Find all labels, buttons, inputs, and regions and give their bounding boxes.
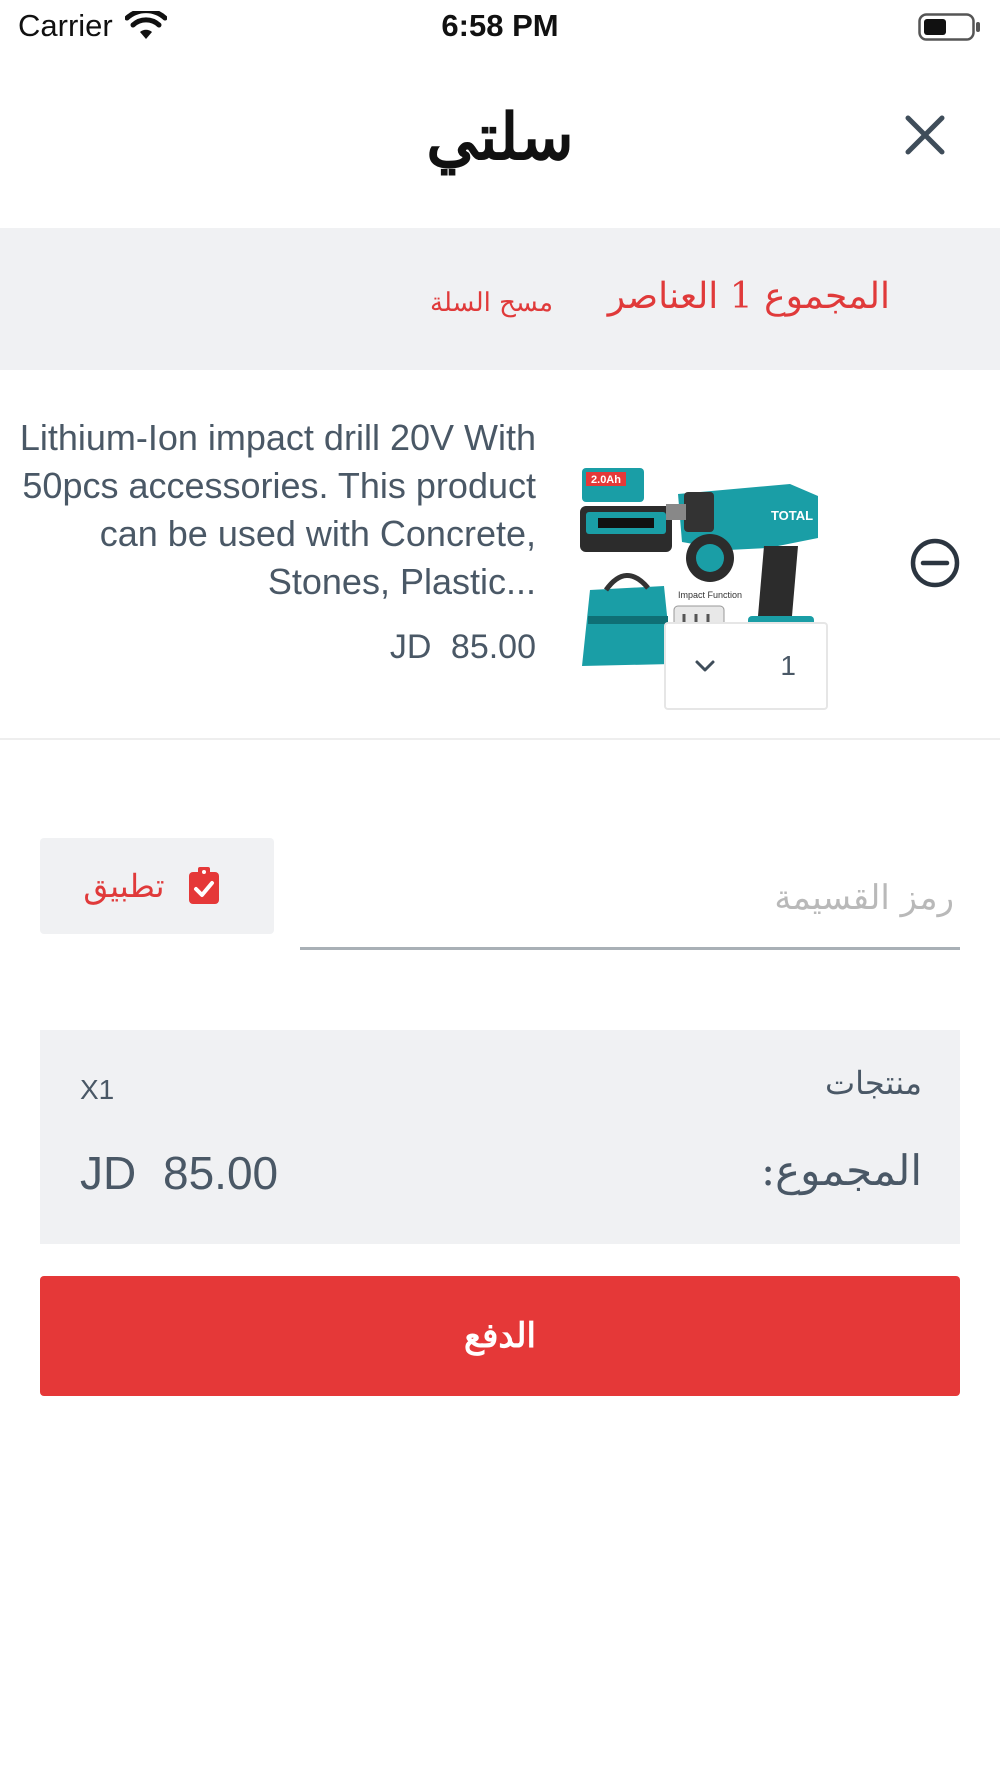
item-description: Lithium-Ion impact drill 20V With 50pcs … xyxy=(19,417,536,602)
products-count: X1 xyxy=(80,1074,115,1105)
quantity-select[interactable]: 1 xyxy=(664,622,828,710)
coupon-field xyxy=(300,850,960,950)
sum-label: المجموع: xyxy=(760,1146,922,1195)
minus-circle-icon[interactable] xyxy=(908,536,962,590)
status-bar: Carrier 6:58 PM xyxy=(0,0,1000,56)
sum-value: JD 85.00 xyxy=(80,1147,279,1199)
clear-cart-link[interactable]: مسح السلة xyxy=(430,288,553,318)
header: سلتي xyxy=(0,72,1000,222)
cart-item: Lithium-Ion impact drill 20V With 50pcs … xyxy=(0,370,1000,740)
battery-icon xyxy=(918,13,980,41)
apply-coupon-label: تطبيق xyxy=(83,867,165,905)
apply-coupon-button[interactable]: تطبيق xyxy=(40,838,274,934)
clipboard-check-icon xyxy=(188,867,219,904)
product-brand-text: TOTAL xyxy=(771,508,813,523)
status-time: 6:58 PM xyxy=(441,8,559,43)
page-title: سلتي xyxy=(426,100,574,175)
products-label: منتجات xyxy=(825,1064,922,1102)
item-price: JD 85.00 xyxy=(389,628,536,666)
close-icon[interactable] xyxy=(898,108,952,162)
chevron-down-icon xyxy=(695,660,715,672)
checkout-button[interactable]: الدفع xyxy=(40,1276,960,1396)
order-totals: منتجات X1 المجموع: JD 85.00 xyxy=(40,1030,960,1244)
cart-summary-band: المجموع 1 العناصر مسح السلة xyxy=(0,228,1000,370)
quantity-value: 1 xyxy=(780,650,796,681)
product-badge-text: 2.0Ah xyxy=(591,474,621,486)
coupon-input[interactable] xyxy=(300,850,960,946)
product-caption-text: Impact Function xyxy=(678,590,742,600)
total-items-label: المجموع 1 العناصر xyxy=(607,276,890,317)
checkout-label: الدفع xyxy=(463,1316,536,1356)
